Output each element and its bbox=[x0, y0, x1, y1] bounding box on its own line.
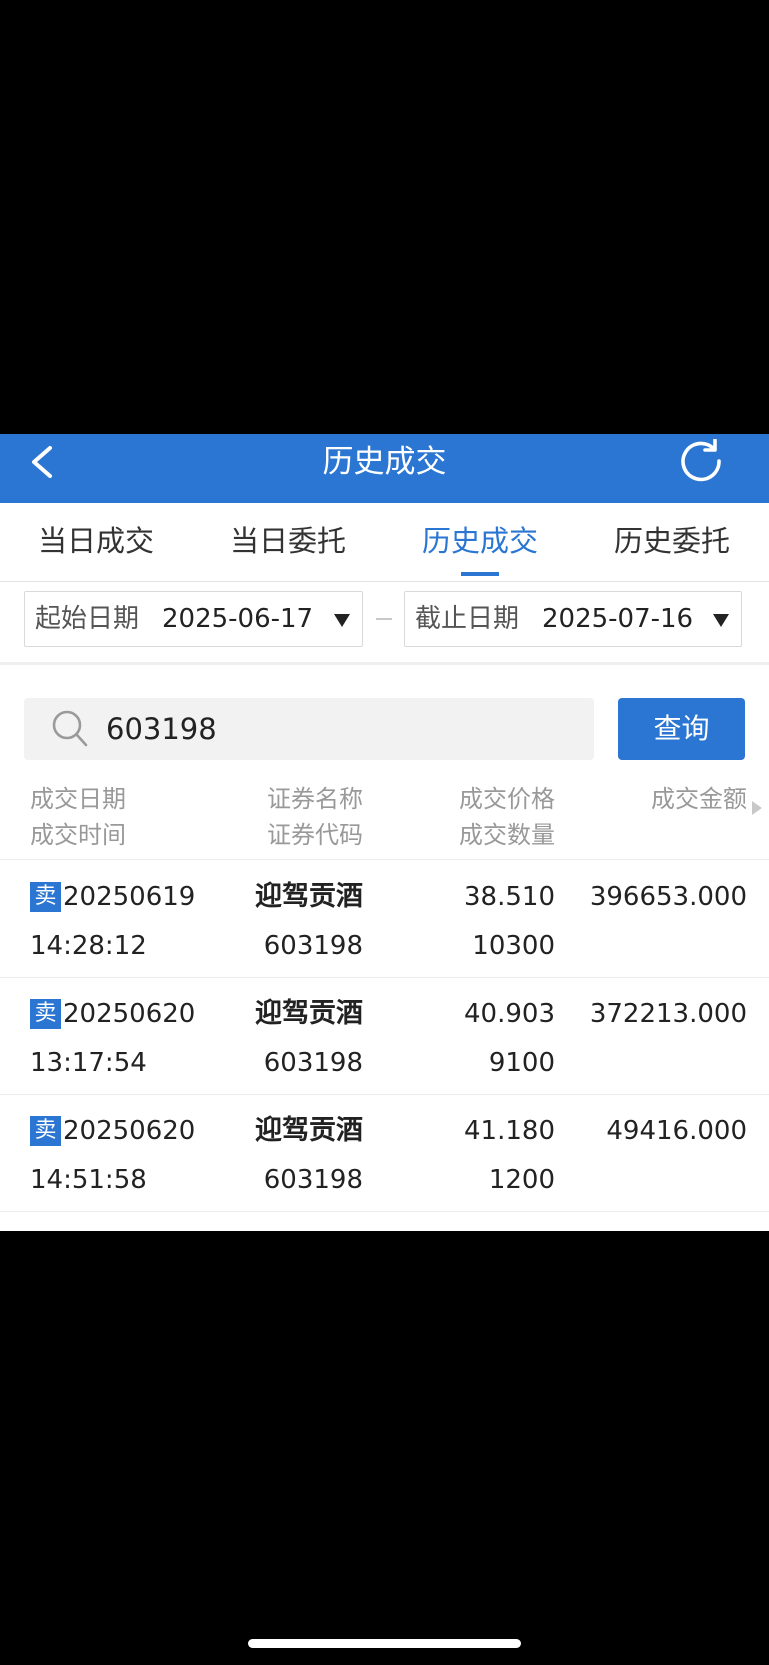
trade-amount: 372213.000 bbox=[589, 999, 747, 1029]
refresh-button[interactable] bbox=[678, 438, 726, 487]
col-security-code: 证券代码 bbox=[267, 821, 363, 849]
trade-date: 20250619 bbox=[63, 882, 196, 912]
trade-qty: 1200 bbox=[488, 1165, 555, 1195]
query-button[interactable]: 查询 bbox=[618, 698, 745, 760]
col-trade-qty: 成交数量 bbox=[459, 821, 555, 849]
security-name: 迎驾贡酒 bbox=[255, 881, 363, 912]
sell-badge: 卖 bbox=[30, 882, 61, 912]
tab-today-trades[interactable]: 当日成交 bbox=[0, 503, 192, 579]
trade-qty: 10300 bbox=[472, 931, 555, 961]
divider bbox=[0, 581, 769, 582]
start-date-picker[interactable]: 起始日期 2025-06-17 bbox=[24, 591, 363, 647]
trade-date: 20250620 bbox=[63, 999, 196, 1029]
trade-price: 41.180 bbox=[464, 1116, 555, 1146]
end-date-picker[interactable]: 截止日期 2025-07-16 bbox=[404, 591, 742, 647]
end-date-label: 截止日期 bbox=[415, 604, 520, 634]
page-title: 历史成交 bbox=[322, 444, 447, 480]
trade-amount: 49416.000 bbox=[606, 1116, 747, 1146]
tab-label: 历史委托 bbox=[613, 524, 730, 558]
trade-amount: 396653.000 bbox=[589, 882, 747, 912]
search-input[interactable] bbox=[106, 698, 576, 760]
table-row[interactable]: 卖 20250619 14:28:12 迎驾贡酒 603198 38.510 1… bbox=[0, 861, 769, 978]
trade-list: 卖 20250619 14:28:12 迎驾贡酒 603198 38.510 1… bbox=[0, 861, 769, 1212]
start-date-label: 起始日期 bbox=[35, 604, 140, 634]
security-name: 迎驾贡酒 bbox=[255, 998, 363, 1029]
nav-header: 历史成交 bbox=[0, 434, 769, 503]
security-code: 603198 bbox=[263, 1048, 363, 1078]
screen: 历史成交 当日成交 当日委托 历史成交 历史委托 起始日期 2025-06-17… bbox=[0, 0, 769, 1665]
tab-history-orders[interactable]: 历史委托 bbox=[576, 503, 768, 579]
table-row[interactable]: 卖 20250620 14:51:58 迎驾贡酒 603198 41.180 1… bbox=[0, 1095, 769, 1212]
col-security-name: 证券名称 bbox=[267, 785, 363, 813]
trade-price: 40.903 bbox=[464, 999, 555, 1029]
dropdown-arrow-icon bbox=[713, 614, 729, 627]
date-range: 起始日期 2025-06-17 截止日期 2025-07-16 bbox=[0, 591, 769, 665]
col-trade-amount: 成交金额 bbox=[651, 785, 747, 813]
scroll-right-arrow-icon[interactable] bbox=[752, 801, 762, 815]
dropdown-arrow-icon bbox=[334, 614, 350, 627]
end-date-value: 2025-07-16 bbox=[542, 604, 694, 634]
col-trade-time: 成交时间 bbox=[30, 821, 126, 849]
table-header: 成交日期 成交时间 证券名称 证券代码 成交价格 成交数量 成交金额 bbox=[0, 777, 769, 861]
trade-price: 38.510 bbox=[464, 882, 555, 912]
sell-badge: 卖 bbox=[30, 999, 61, 1029]
trade-qty: 9100 bbox=[488, 1048, 555, 1078]
trade-time: 14:28:12 bbox=[30, 931, 147, 961]
security-code: 603198 bbox=[263, 931, 363, 961]
tab-label: 历史成交 bbox=[421, 524, 538, 558]
trade-date: 20250620 bbox=[63, 1116, 196, 1146]
col-trade-date: 成交日期 bbox=[30, 785, 126, 813]
security-name: 迎驾贡酒 bbox=[255, 1115, 363, 1146]
security-code: 603198 bbox=[263, 1165, 363, 1195]
tab-today-orders[interactable]: 当日委托 bbox=[192, 503, 384, 579]
tab-label: 当日成交 bbox=[37, 524, 154, 558]
start-date-value: 2025-06-17 bbox=[162, 604, 314, 634]
table-row[interactable]: 卖 20250620 13:17:54 迎驾贡酒 603198 40.903 9… bbox=[0, 978, 769, 1095]
trade-time: 14:51:58 bbox=[30, 1165, 147, 1195]
search-icon bbox=[52, 710, 88, 747]
home-indicator[interactable] bbox=[248, 1639, 521, 1648]
tab-history-trades[interactable]: 历史成交 bbox=[384, 503, 576, 579]
search-box bbox=[24, 698, 594, 760]
trade-time: 13:17:54 bbox=[30, 1048, 147, 1078]
col-trade-price: 成交价格 bbox=[459, 785, 555, 813]
sell-badge: 卖 bbox=[30, 1116, 61, 1146]
tab-label: 当日委托 bbox=[229, 524, 346, 558]
refresh-icon bbox=[681, 438, 721, 482]
divider bbox=[0, 662, 769, 665]
date-range-dash bbox=[376, 618, 392, 620]
divider bbox=[0, 859, 769, 860]
app-content: 历史成交 当日成交 当日委托 历史成交 历史委托 起始日期 2025-06-17… bbox=[0, 434, 769, 1231]
active-tab-indicator bbox=[461, 572, 499, 576]
